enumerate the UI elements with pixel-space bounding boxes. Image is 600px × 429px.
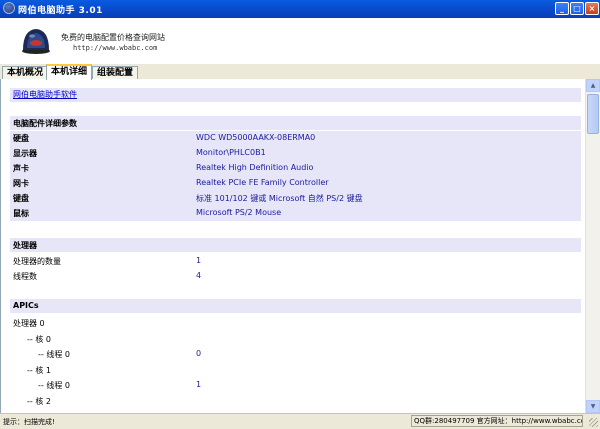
row-key: -- 线程 0 [38, 350, 70, 359]
table-row: -- 核 1 [10, 363, 581, 378]
table-row: -- 核 0 [10, 332, 581, 347]
details-panel[interactable]: 网伯电脑助手软件 电脑配件详细参数 硬盘 WDC WD5000AAKX-08ER… [0, 79, 585, 413]
header-slogan: 免费的电脑配置价格查询网站 [61, 33, 165, 42]
table-row: 处理器的数量 1 [10, 254, 581, 269]
tab-overview[interactable]: 本机概况 [2, 66, 49, 79]
status-bar: 提示：扫描完成! QQ群:280497709 官方网址：http://www.w… [0, 413, 600, 429]
helmet-logo-icon [22, 29, 50, 54]
table-row: 网卡 Realtek PCIe FE Family Controller [10, 176, 581, 191]
table-row: -- 线程 0 1 [10, 378, 581, 393]
row-key: 键盘 [13, 194, 29, 203]
table-row: -- 线程 0 0 [10, 347, 581, 362]
header-url: http://www.wbabc.com [73, 44, 158, 52]
scrollbar-thumb[interactable] [587, 94, 599, 134]
row-value: Realtek High Definition Audio [196, 163, 314, 172]
row-value: 0 [196, 349, 202, 358]
table-row: 处理器 0 [10, 316, 581, 331]
row-key: -- 线程 0 [38, 381, 70, 390]
row-key: 网卡 [13, 179, 29, 188]
software-link[interactable]: 网伯电脑助手软件 [13, 89, 77, 100]
row-value: 1 [196, 256, 202, 265]
window-title: 网伯电脑助手 3.01 [18, 6, 103, 16]
table-row: 显示器 Monitor\PHLC0B1 [10, 146, 581, 161]
row-key: -- 核 2 [27, 397, 51, 406]
tab-details[interactable]: 本机详细 [46, 64, 93, 80]
row-key: 显示器 [13, 149, 37, 158]
tab-assembly[interactable]: 组装配置 [92, 66, 139, 79]
maximize-button[interactable]: □ [570, 2, 584, 15]
scroll-down-arrow-icon[interactable]: ▼ [586, 400, 600, 413]
status-info: QQ群:280497709 官方网址：http://www.wbabc.com [411, 415, 583, 427]
table-row: 声卡 Realtek High Definition Audio [10, 161, 581, 176]
row-key: 线程数 [13, 272, 37, 281]
table-row: -- 核 2 [10, 394, 581, 409]
app-header: 免费的电脑配置价格查询网站 http://www.wbabc.com [0, 18, 600, 64]
row-key: 声卡 [13, 164, 29, 173]
minimize-button[interactable]: _ [555, 2, 569, 15]
table-row: 线程数 4 [10, 269, 581, 284]
close-button[interactable]: × [585, 2, 599, 15]
row-key: 硬盘 [13, 134, 29, 143]
app-icon [3, 2, 15, 14]
row-key: 处理器 0 [13, 319, 45, 328]
scroll-up-arrow-icon[interactable]: ▲ [586, 79, 600, 92]
table-row: 鼠标 Microsoft PS/2 Mouse [10, 206, 581, 221]
row-value: Microsoft PS/2 Mouse [196, 208, 282, 217]
title-bar[interactable]: 网伯电脑助手 3.01 _ □ × [0, 0, 600, 18]
section-title: APICs [13, 301, 39, 310]
table-row: 键盘 标准 101/102 键或 Microsoft 自然 PS/2 键盘 [10, 191, 581, 206]
row-key: 鼠标 [13, 209, 29, 218]
row-value: 标准 101/102 键或 Microsoft 自然 PS/2 键盘 [196, 194, 363, 203]
section-title: 电脑配件详细参数 [13, 119, 77, 128]
row-value: 4 [196, 271, 202, 280]
row-value: 1 [196, 380, 202, 389]
row-key: -- 核 1 [27, 366, 51, 375]
resize-grip-icon[interactable] [589, 418, 598, 427]
tab-strip: 本机概况 本机详细 组装配置 [0, 64, 600, 80]
section-title: 处理器 [13, 241, 37, 250]
row-value: Monitor\PHLC0B1 [196, 148, 266, 157]
link-bar [10, 88, 581, 102]
row-value: WDC WD5000AAKX-08ERMA0 [196, 133, 316, 142]
section-cpu-header: 处理器 [10, 238, 581, 252]
row-key: -- 核 0 [27, 335, 51, 344]
row-value: Realtek PCIe FE Family Controller [196, 178, 329, 187]
section-apics-header: APICs [10, 299, 581, 313]
table-row: 硬盘 WDC WD5000AAKX-08ERMA0 [10, 131, 581, 146]
status-text: 提示：扫描完成! [3, 418, 55, 426]
vertical-scrollbar[interactable]: ▲ ▼ [585, 79, 600, 413]
row-key: 处理器的数量 [13, 257, 61, 266]
section-hardware-header: 电脑配件详细参数 [10, 116, 581, 130]
